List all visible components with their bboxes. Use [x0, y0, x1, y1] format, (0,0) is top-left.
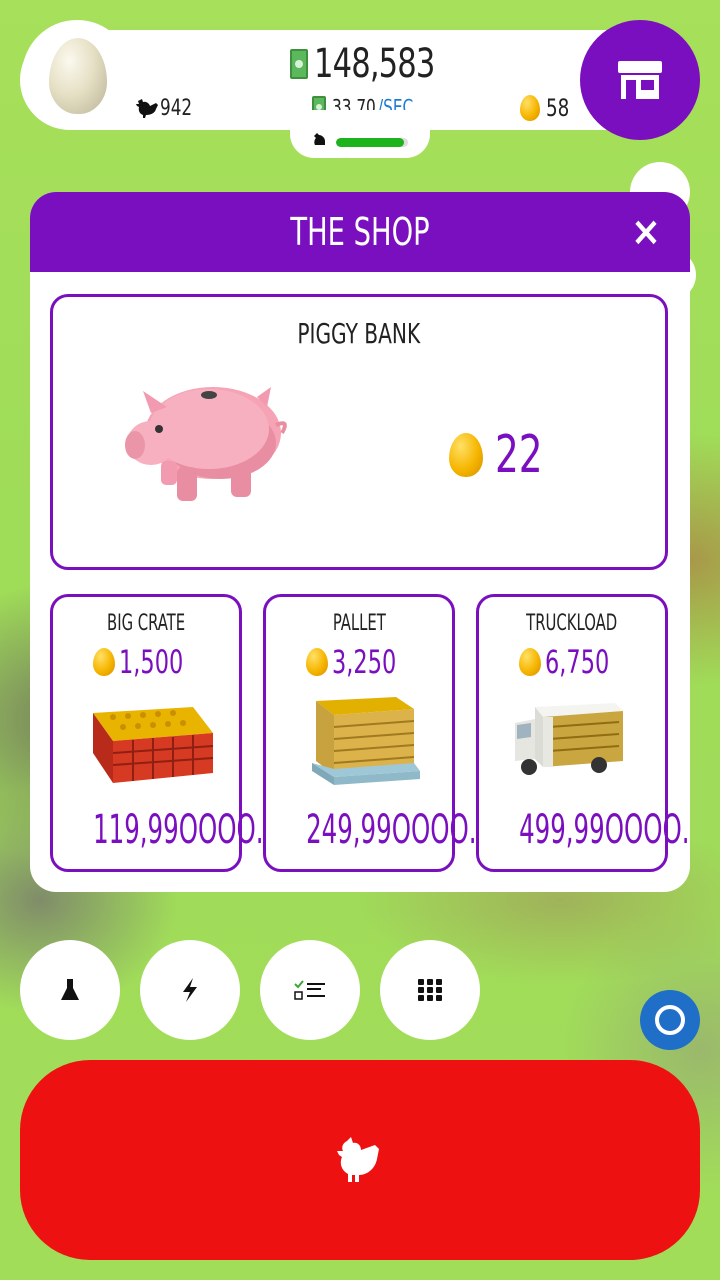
cash-icon	[290, 49, 308, 79]
featured-price: 22	[449, 425, 555, 485]
menu-grid-button[interactable]	[380, 940, 480, 1040]
golden-egg-icon	[306, 648, 328, 676]
card-eggs-value: 3,250	[332, 643, 397, 681]
boost-button[interactable]	[140, 940, 240, 1040]
checklist-button[interactable]	[260, 940, 360, 1040]
piggy-bank-offer[interactable]: PIGGY BANK 22	[50, 294, 668, 570]
card-eggs-value: 6,750	[545, 643, 610, 681]
boost-icon	[183, 978, 197, 1002]
golden-egg-icon	[519, 648, 541, 676]
shop-button[interactable]	[580, 20, 700, 140]
pallet-offer[interactable]: PALLET 3,250 249,99ОООО.	[263, 594, 477, 872]
chicken-count: 942	[160, 95, 193, 121]
golden-egg-count: 58	[546, 94, 570, 122]
camera-toggle-button[interactable]	[640, 990, 700, 1050]
card-eggs-value: 1,500	[119, 643, 184, 681]
egg-icon	[49, 38, 107, 114]
card-eggs: 6,750	[479, 643, 665, 681]
close-button[interactable]: ×	[626, 212, 666, 252]
shop-header: THE SHOP ×	[30, 192, 690, 272]
card-title: PALLET	[332, 611, 386, 636]
card-eggs: 1,500	[53, 643, 239, 681]
egg-avatar[interactable]	[22, 20, 132, 130]
golden-egg-display: 58	[520, 92, 573, 124]
card-title: BIG CRATE	[106, 611, 186, 636]
hatch-chicken-button[interactable]	[20, 1060, 700, 1260]
chicken-count-display: 942	[134, 94, 198, 122]
cash-display: 148,583	[290, 41, 456, 87]
shop-title: THE SHOP	[290, 210, 430, 254]
research-button[interactable]	[20, 940, 120, 1040]
golden-egg-icon	[449, 433, 483, 477]
featured-title: PIGGY BANK	[297, 317, 421, 350]
truck-icon	[515, 703, 623, 775]
crate-icon	[93, 707, 214, 783]
checklist-icon	[294, 980, 325, 1000]
card-price: 119,99ОООО.	[93, 807, 264, 853]
golden-egg-icon	[93, 648, 115, 676]
cash-value: 148,583	[314, 41, 435, 87]
truckload-offer[interactable]: TRUCKLOAD 6,750 499,99ОООО.	[476, 594, 690, 872]
pallet-icon	[312, 697, 420, 785]
shop-icon	[618, 61, 662, 99]
research-icon	[61, 979, 79, 1000]
chicken-icon	[337, 1137, 379, 1182]
progress-bar	[336, 138, 408, 147]
card-title: TRUCKLOAD	[526, 611, 618, 636]
golden-egg-icon	[520, 95, 540, 121]
progress-fill	[336, 138, 405, 147]
circle-icon	[655, 1005, 685, 1035]
card-price: 499,99ОООО.	[519, 807, 690, 853]
piggy-bank-icon	[125, 387, 287, 501]
card-eggs: 3,250	[266, 643, 452, 681]
card-price: 249,99ОООО.	[306, 807, 477, 853]
shop-panel: THE SHOP × PIGGY BANK 22 BIG CRATE 1,500…	[30, 192, 690, 892]
grid-menu-icon	[418, 979, 442, 1001]
featured-price-value: 22	[495, 425, 543, 485]
hen-icon	[314, 133, 325, 145]
big-crate-offer[interactable]: BIG CRATE 1,500 119,99ОООО.	[50, 594, 264, 872]
chicken-icon	[136, 99, 158, 118]
